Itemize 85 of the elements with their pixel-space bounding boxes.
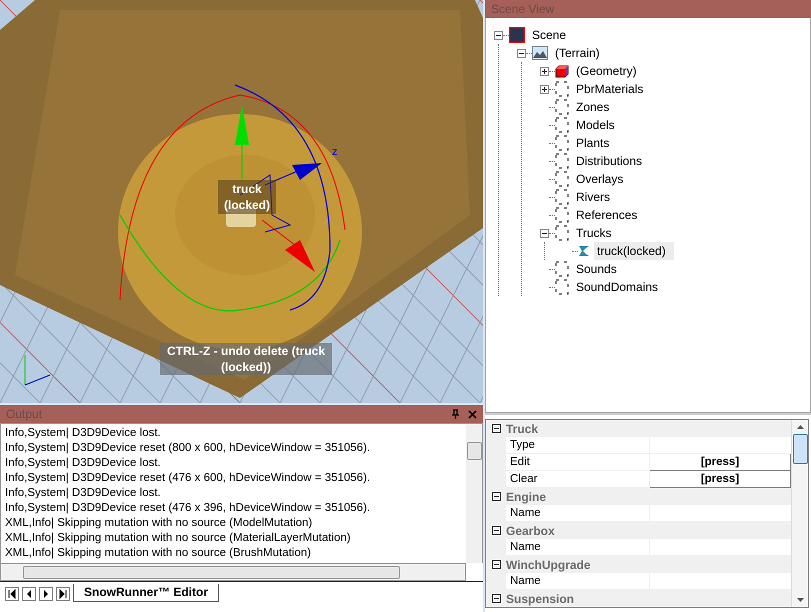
close-icon[interactable] — [468, 410, 477, 418]
expand-toggle[interactable] — [540, 84, 549, 94]
category-label: Truck — [506, 422, 538, 436]
first-page-icon[interactable] — [5, 587, 19, 601]
tree-item[interactable]: Trucks — [573, 224, 615, 242]
vertical-scrollbar[interactable] — [791, 420, 808, 607]
dashed-square-icon — [555, 261, 569, 277]
dashed-square-icon — [555, 99, 569, 115]
property-value-field[interactable] — [650, 505, 791, 522]
log-line: Info,System| D3D9Device reset (476 x 396, hDeviceWindow = 351056). — [5, 501, 372, 516]
category-label: Engine — [506, 490, 546, 504]
tree-item[interactable]: truck(locked) — [594, 242, 674, 260]
property-value-field[interactable] — [650, 573, 791, 590]
pin-icon[interactable] — [451, 409, 460, 419]
x-icon — [578, 245, 590, 257]
collapse-toggle[interactable] — [492, 424, 500, 433]
collapse-toggle[interactable] — [492, 492, 500, 501]
property-name: Name — [506, 505, 650, 522]
category-label: Gearbox — [506, 524, 555, 538]
scene-icon — [509, 27, 525, 43]
tree-item[interactable]: SoundDomains — [573, 278, 662, 296]
collapse-toggle[interactable] — [540, 228, 549, 238]
expand-toggle[interactable] — [540, 66, 549, 76]
vertical-scrollbar[interactable] — [466, 424, 482, 563]
tree-item[interactable]: Plants — [573, 134, 612, 152]
collapse-toggle[interactable] — [494, 30, 503, 40]
tree-item[interactable]: (Terrain) — [552, 44, 603, 62]
previous-icon[interactable] — [22, 587, 36, 601]
collapse-toggle[interactable] — [492, 594, 500, 603]
log-line: Info,System| D3D9Device reset (476 x 600, hDeviceWindow = 351056). — [5, 471, 372, 486]
property-name: Name — [506, 573, 650, 590]
category-label: Suspension — [506, 592, 574, 606]
dashed-square-icon — [555, 207, 569, 223]
press-button[interactable]: [press] — [650, 471, 791, 488]
tree-item[interactable]: PbrMaterials — [573, 80, 646, 98]
dashed-square-icon — [555, 117, 569, 133]
category-label: WinchUpgrade — [506, 558, 591, 572]
property-name: Name — [506, 539, 650, 556]
tree-item[interactable]: Sounds — [573, 260, 620, 278]
tree-item[interactable]: Distributions — [573, 152, 646, 170]
tree-item[interactable]: (Geometry) — [573, 62, 640, 80]
scrollbar-thumb[interactable] — [792, 434, 808, 464]
scroll-up-icon[interactable] — [796, 425, 804, 429]
log-line: XML,Info| Skipping mutation with no source (BrushMutation) — [5, 546, 312, 561]
property-name: Edit — [506, 454, 650, 471]
3d-viewport[interactable]: truck (locked) z CTRL-Z - undo delete (truck (locked)) — [0, 0, 483, 403]
tree-item[interactable]: Models — [573, 116, 618, 134]
dashed-square-icon — [555, 171, 569, 187]
object-label: truck (locked) — [218, 180, 276, 214]
tree-item[interactable]: Overlays — [573, 170, 626, 188]
dashed-square-icon — [555, 135, 569, 151]
tree-item[interactable]: References — [573, 206, 640, 224]
property-value-field[interactable] — [650, 437, 791, 454]
property-value-field[interactable] — [650, 539, 791, 556]
log-line: Info,System| D3D9Device lost. — [5, 456, 162, 471]
landscape-icon — [532, 46, 548, 60]
log-line: Info,System| D3D9Device reset (800 x 600, hDeviceWindow = 351056). — [5, 441, 372, 456]
log-line: Info,System| D3D9Device lost. — [5, 486, 162, 501]
scrollbar-thumb[interactable] — [467, 442, 482, 460]
dashed-square-icon — [555, 153, 569, 169]
log-line: Info,System| D3D9Device lost. — [5, 426, 162, 441]
scroll-down-icon[interactable] — [796, 598, 804, 602]
axis-label: z — [332, 146, 338, 158]
tree-item[interactable]: Scene — [529, 26, 570, 44]
dashed-square-icon — [555, 189, 569, 205]
dashed-square-icon — [555, 81, 569, 97]
horizontal-scrollbar[interactable] — [0, 563, 466, 581]
collapse-toggle[interactable] — [492, 560, 500, 569]
tree-item[interactable]: Rivers — [573, 188, 614, 206]
log-line: XML,Info| Skipping mutation with no source (MaterialLayerMutation) — [5, 531, 352, 546]
editor-tab[interactable]: SnowRunner™ Editor — [73, 584, 219, 602]
scrollbar-thumb[interactable] — [23, 566, 400, 579]
property-name: Type — [506, 437, 650, 454]
collapse-toggle[interactable] — [492, 526, 500, 535]
press-button[interactable]: [press] — [650, 454, 791, 471]
hint-message: CTRL-Z - undo delete (truck (locked)) — [160, 343, 332, 375]
last-page-icon[interactable] — [56, 587, 70, 601]
collapse-toggle[interactable] — [517, 48, 526, 58]
tree-item[interactable]: Zones — [573, 98, 612, 116]
log-line: XML,Info| Skipping mutation with no source (ModelMutation) — [5, 516, 314, 531]
next-icon[interactable] — [39, 587, 53, 601]
cube-icon — [555, 64, 569, 78]
dashed-square-icon — [555, 225, 569, 241]
property-name: Clear — [506, 471, 650, 488]
dashed-square-icon — [555, 279, 569, 295]
